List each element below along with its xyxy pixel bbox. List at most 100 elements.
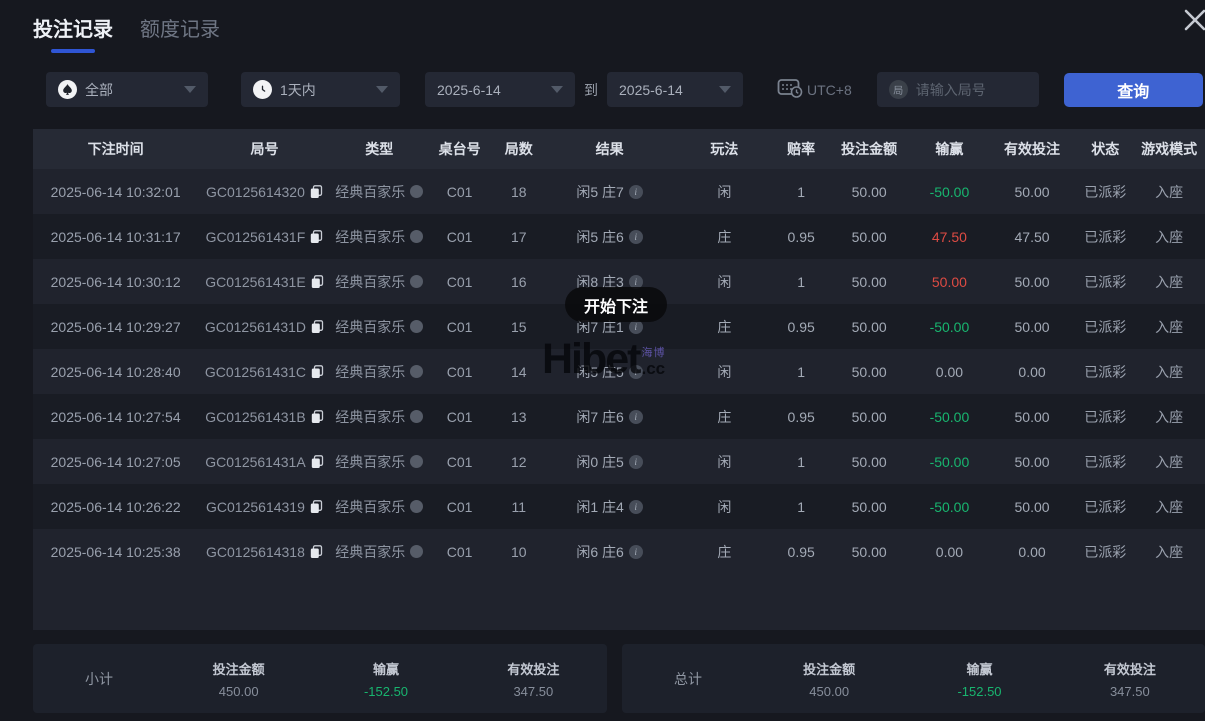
table-row: 2025-06-14 10:32:01GC0125614320经典百家乐C011… <box>33 169 1205 214</box>
odds: 1 <box>776 364 826 380</box>
round-id-search-field[interactable]: 局 <box>877 72 1039 107</box>
round-id-text: GC012561431C <box>205 364 306 380</box>
round-number: 17 <box>491 229 546 245</box>
game-type-cell: 经典百家乐 <box>331 272 428 292</box>
round-id: GC012561431F <box>198 229 330 245</box>
filter-bar: 全部 1天内 2025-6-14 到 2025-6-14 UTC+8 局 <box>0 72 1205 107</box>
game-type-text: 经典百家乐 <box>335 497 405 517</box>
bet-amount: 50.00 <box>826 229 912 245</box>
table-row: 2025-06-14 10:27:05GC012561431A经典百家乐C011… <box>33 439 1205 484</box>
info-icon[interactable]: i <box>629 500 643 514</box>
table-number: C01 <box>428 454 491 470</box>
betting-records-table: 下注时间局号类型桌台号局数结果玩法赔率投注金额输赢有效投注状态游戏模式 2025… <box>33 129 1205 630</box>
status: 已派彩 <box>1077 182 1133 202</box>
column-header: 有效投注 <box>987 139 1077 159</box>
time-range-select[interactable]: 1天内 <box>241 72 400 107</box>
status: 已派彩 <box>1077 272 1133 292</box>
table-number: C01 <box>428 274 491 290</box>
time-range-value: 1天内 <box>280 80 316 100</box>
info-icon[interactable]: i <box>629 230 643 244</box>
copy-icon[interactable] <box>310 545 323 559</box>
game-type-cell: 经典百家乐 <box>331 542 428 562</box>
play-type: 闲 <box>673 182 776 202</box>
valid-bet: 50.00 <box>987 274 1077 290</box>
copy-icon[interactable] <box>311 455 324 469</box>
copy-icon[interactable] <box>311 275 324 289</box>
column-header: 桌台号 <box>428 139 491 159</box>
info-icon[interactable]: i <box>629 185 643 199</box>
play-type: 闲 <box>673 272 776 292</box>
copy-icon[interactable] <box>311 410 324 424</box>
type-badge-icon <box>410 410 423 423</box>
date-from-value: 2025-6-14 <box>437 82 501 98</box>
bet-amount: 50.00 <box>826 274 912 290</box>
bet-time: 2025-06-14 10:28:40 <box>33 364 198 380</box>
info-icon[interactable]: i <box>629 455 643 469</box>
column-header: 玩法 <box>673 139 776 159</box>
game-mode: 入座 <box>1133 497 1204 517</box>
round-id-text: GC012561431B <box>205 409 305 425</box>
game-type-text: 经典百家乐 <box>335 407 405 427</box>
copy-icon[interactable] <box>310 185 323 199</box>
chevron-down-icon <box>376 86 388 93</box>
close-icon[interactable] <box>1178 3 1205 37</box>
date-from-select[interactable]: 2025-6-14 <box>425 72 575 107</box>
summary-item-value: 347.50 <box>1055 684 1205 699</box>
table-number: C01 <box>428 364 491 380</box>
date-to-value: 2025-6-14 <box>619 82 683 98</box>
table-row: 2025-06-14 10:28:40GC012561431C经典百家乐C011… <box>33 349 1205 394</box>
play-type: 闲 <box>673 497 776 517</box>
play-type: 庄 <box>673 317 776 337</box>
copy-icon[interactable] <box>310 230 323 244</box>
info-icon[interactable]: i <box>629 365 643 379</box>
copy-icon[interactable] <box>310 500 323 514</box>
game-type-text: 经典百家乐 <box>335 272 405 292</box>
game-type-select[interactable]: 全部 <box>46 72 208 107</box>
bet-time: 2025-06-14 10:30:12 <box>33 274 198 290</box>
summary-item: 投注金额450.00 <box>165 659 312 699</box>
bet-amount: 50.00 <box>826 364 912 380</box>
odds: 1 <box>776 454 826 470</box>
round-number: 16 <box>491 274 546 290</box>
summary-item: 有效投注 347.50 <box>1055 659 1205 699</box>
info-icon[interactable]: i <box>629 545 643 559</box>
summary-item-label: 有效投注 <box>1055 659 1205 678</box>
result-cell: 闲5 庄7i <box>546 182 673 202</box>
result-cell: 闲5 庄5i <box>546 362 673 382</box>
round-id-text: GC0125614318 <box>206 544 305 560</box>
date-to-select[interactable]: 2025-6-14 <box>607 72 743 107</box>
round-id-input[interactable] <box>916 82 1027 98</box>
game-type-text: 经典百家乐 <box>335 362 405 382</box>
win-loss: -50.00 <box>912 409 987 425</box>
tab-betting-records[interactable]: 投注记录 <box>33 13 113 53</box>
game-type-text: 经典百家乐 <box>335 182 405 202</box>
game-type-text: 经典百家乐 <box>335 452 405 472</box>
status: 已派彩 <box>1077 227 1133 247</box>
status: 已派彩 <box>1077 317 1133 337</box>
valid-bet: 50.00 <box>987 409 1077 425</box>
summary-label: 总计 <box>622 669 754 689</box>
copy-icon[interactable] <box>311 365 324 379</box>
query-button[interactable]: 查询 <box>1064 73 1203 107</box>
valid-bet: 0.00 <box>987 544 1077 560</box>
table-number: C01 <box>428 229 491 245</box>
result-text: 闲7 庄6 <box>576 407 623 427</box>
date-range-to-label: 到 <box>584 80 598 100</box>
type-badge-icon <box>410 455 423 468</box>
spade-icon <box>58 80 77 99</box>
round-id: GC012561431C <box>198 364 330 380</box>
tab-quota-records[interactable]: 额度记录 <box>140 13 220 53</box>
round-id: GC012561431A <box>198 454 330 470</box>
copy-icon[interactable] <box>311 320 324 334</box>
summary-section: 小计投注金额450.00输赢-152.50有效投注347.50 总计投注金额45… <box>33 644 1205 713</box>
round-id-text: GC012561431A <box>205 454 305 470</box>
win-loss: -50.00 <box>912 184 987 200</box>
summary-item-value: -152.50 <box>904 684 1054 699</box>
type-badge-icon <box>410 545 423 558</box>
round-number: 14 <box>491 364 546 380</box>
result-cell: 闲1 庄4i <box>546 497 673 517</box>
info-icon[interactable]: i <box>629 410 643 424</box>
round-number: 15 <box>491 319 546 335</box>
summary-item-label: 投注金额 <box>165 659 312 678</box>
round-id-text: GC0125614320 <box>206 184 305 200</box>
